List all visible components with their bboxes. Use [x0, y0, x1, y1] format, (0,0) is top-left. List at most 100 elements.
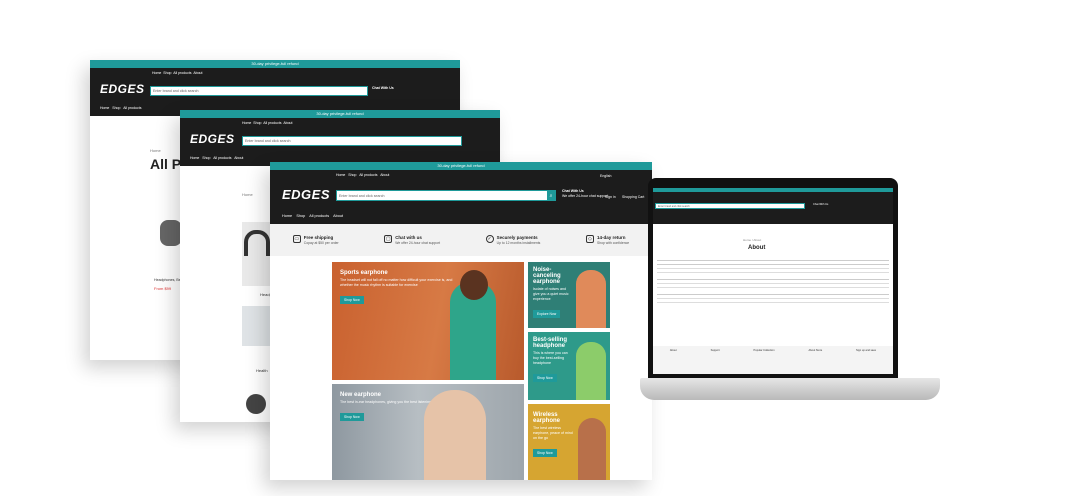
- site-header: Home Shop All products About EDGES Enter…: [90, 68, 460, 116]
- footer: About Support Popular Collection About S…: [653, 346, 893, 374]
- shop-now-button[interactable]: Shop Now: [533, 449, 557, 457]
- promo-title: Sports earphone: [340, 270, 388, 276]
- util-shop[interactable]: Shop: [163, 71, 171, 75]
- product-image[interactable]: [160, 220, 182, 246]
- utility-links: Home Shop All products About: [152, 71, 202, 75]
- nav-shop[interactable]: Shop: [202, 156, 210, 160]
- nav-all-products[interactable]: All products: [213, 156, 231, 160]
- explore-now-button[interactable]: Explore Now: [533, 310, 561, 318]
- search-icon: ⌕: [549, 193, 553, 199]
- util-all-products[interactable]: All products: [263, 121, 281, 125]
- chat-subtitle: We offer 24-hour chat support: [562, 194, 609, 198]
- breadcrumb[interactable]: Home / About: [743, 238, 761, 242]
- feature-payment: ✓ Securely payments Up to 12 months insta…: [485, 235, 540, 245]
- chat-block[interactable]: Chat With Us: [372, 86, 394, 90]
- shop-now-button[interactable]: Shop Now: [340, 296, 364, 304]
- cart-link[interactable]: Shopping Cart: [622, 195, 644, 199]
- truck-icon: ▭: [292, 235, 301, 243]
- model-image: [424, 390, 486, 480]
- nav-about[interactable]: About: [333, 214, 343, 218]
- nav-all-products[interactable]: All products: [123, 106, 141, 110]
- nav-all-products[interactable]: All products: [309, 214, 329, 218]
- headphone-image: [244, 230, 270, 256]
- promo-sports-earphone[interactable]: Sports earphone The headset will not fal…: [332, 262, 524, 380]
- search-button[interactable]: ⌕: [547, 191, 555, 200]
- nav-home[interactable]: Home: [282, 214, 292, 218]
- promo-best-selling[interactable]: Best-selling headphone This is where you…: [528, 332, 610, 400]
- footer-col-signup: Sign up and save: [856, 349, 877, 352]
- about-body-text: [657, 258, 889, 342]
- announcement-bar: 30-day privilege-full refund: [90, 60, 460, 68]
- site-header: Home Shop All products About EDGES Enter…: [180, 118, 500, 166]
- logo[interactable]: EDGES: [190, 132, 235, 146]
- site-header: Enter brand and click search Chat With U…: [653, 192, 893, 224]
- nav-home[interactable]: Home: [190, 156, 199, 160]
- chat-icon: ▢: [384, 235, 393, 243]
- promo-title: Wireless earphone: [533, 412, 561, 424]
- announcement-bar: 30-day privilege-full refund: [180, 110, 500, 118]
- page-title: About: [748, 245, 766, 251]
- nav-shop[interactable]: Shop: [112, 106, 120, 110]
- nav-about[interactable]: About: [234, 156, 243, 160]
- main-nav: Home Shop All products: [100, 106, 141, 110]
- util-home[interactable]: Home: [336, 173, 345, 177]
- chat-block[interactable]: Chat With Us We offer 24-hour chat suppo…: [562, 189, 608, 199]
- box-icon: ◇: [585, 235, 594, 243]
- feature-desc: We offer 24-hour chat support: [395, 241, 441, 245]
- promo-wireless-earphone[interactable]: Wireless earphone The best wireless earp…: [528, 404, 610, 480]
- feature-return: ◇ 14-day return Shop with confidence: [585, 235, 630, 245]
- promo-new-earphone[interactable]: New earphone The best in-ear headphones,…: [332, 384, 524, 480]
- nav-home[interactable]: Home: [100, 106, 109, 110]
- util-all-products[interactable]: All products: [359, 173, 377, 177]
- promo-desc: The best wireless earphone, peace of min…: [533, 426, 573, 440]
- util-about[interactable]: About: [193, 71, 202, 75]
- util-all-products[interactable]: All products: [173, 71, 191, 75]
- shop-now-button[interactable]: Shop Now: [340, 413, 364, 421]
- watch-image[interactable]: [246, 394, 266, 414]
- util-home[interactable]: Home: [242, 121, 251, 125]
- util-about[interactable]: About: [283, 121, 292, 125]
- language-select[interactable]: English: [600, 174, 611, 178]
- footer-col-about: About: [669, 349, 677, 352]
- logo[interactable]: EDGES: [100, 82, 145, 96]
- product-card-a[interactable]: [242, 222, 272, 286]
- util-about[interactable]: About: [380, 173, 389, 177]
- site-header: Home Shop All products About English EDG…: [270, 170, 652, 224]
- main-nav: Home Shop All products About: [282, 214, 343, 218]
- utility-links: Home Shop All products About: [336, 173, 389, 177]
- breadcrumb[interactable]: Home: [150, 148, 161, 153]
- promo-noise-canceling[interactable]: Noise-canceling earphone Isolate of nois…: [528, 262, 610, 328]
- search-input[interactable]: Enter brand and click search ⌕: [336, 190, 556, 201]
- search-input[interactable]: Enter brand and click search: [655, 203, 805, 209]
- feature-title: Securely payments: [496, 235, 538, 240]
- feature-desc: Copay at $50 per order: [303, 241, 339, 245]
- feature-title: Free shipping: [303, 235, 334, 240]
- search-input[interactable]: Enter brand and click search: [242, 136, 462, 146]
- announcement-bar: 30-day privilege-full refund: [270, 162, 652, 170]
- feature-title: Chat with us: [395, 235, 422, 240]
- chat-title: Chat With Us: [372, 86, 394, 90]
- util-shop[interactable]: Shop: [348, 173, 356, 177]
- model-image: [576, 270, 606, 328]
- chat-title[interactable]: Chat With Us: [813, 203, 828, 206]
- breadcrumb[interactable]: Home: [242, 192, 253, 197]
- promo-desc: The headset will not fall off no matter …: [340, 278, 453, 287]
- model-head: [460, 270, 488, 300]
- util-shop[interactable]: Shop: [253, 121, 261, 125]
- feature-title: 14-day return: [596, 235, 626, 240]
- sign-in-link[interactable]: Sign in: [605, 195, 616, 199]
- product-card-b[interactable]: [242, 306, 272, 346]
- nav-shop[interactable]: Shop: [296, 214, 305, 218]
- model-image: [576, 342, 606, 400]
- util-home[interactable]: Home: [152, 71, 161, 75]
- promo-desc: This is where you can buy the best-selli…: [533, 351, 568, 365]
- feature-chat: ▢ Chat with us We offer 24-hour chat supp…: [384, 235, 440, 245]
- model-image: [578, 418, 606, 480]
- search-input[interactable]: Enter brand and click search: [150, 86, 368, 96]
- shop-now-button[interactable]: Shop Now: [533, 374, 557, 382]
- product-price: From $99: [154, 286, 172, 291]
- product-b-name[interactable]: Health: [256, 368, 268, 373]
- logo[interactable]: EDGES: [282, 187, 330, 202]
- feature-desc: Shop with confidence: [596, 241, 630, 245]
- features-bar: ▭ Free shipping Copay at $50 per order ▢ …: [270, 224, 652, 256]
